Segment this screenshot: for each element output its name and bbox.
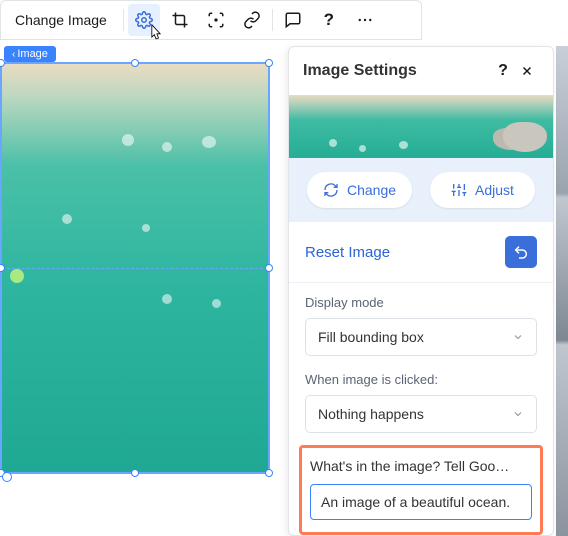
display-mode-select[interactable]: Fill bounding box <box>305 318 537 356</box>
crop-button[interactable] <box>164 4 196 36</box>
click-action-value: Nothing happens <box>318 406 424 422</box>
display-mode-value: Fill bounding box <box>318 329 424 345</box>
help-button[interactable]: ? <box>313 4 345 36</box>
guide-line <box>2 268 268 269</box>
media-strip <box>556 46 568 536</box>
undo-button[interactable] <box>505 236 537 268</box>
image-settings-panel: Image Settings ? Change <box>288 46 554 536</box>
alt-text-label: What's in the image? Tell Goo… <box>310 458 532 474</box>
chevron-down-icon <box>512 331 524 343</box>
comment-button[interactable] <box>277 4 309 36</box>
image-toolbar: Change Image ? <box>0 0 422 40</box>
change-image-pill[interactable]: Change <box>307 172 412 208</box>
sliders-icon <box>451 182 467 198</box>
selected-image[interactable] <box>0 62 270 474</box>
refresh-icon <box>323 182 339 198</box>
focal-point-icon <box>207 11 225 29</box>
resize-handle[interactable] <box>265 59 273 67</box>
panel-help-button[interactable]: ? <box>491 59 515 83</box>
undo-icon <box>513 244 529 260</box>
resize-handle[interactable] <box>131 59 139 67</box>
adjust-pill-label: Adjust <box>475 182 514 198</box>
panel-title: Image Settings <box>303 62 417 80</box>
help-icon: ? <box>498 62 508 80</box>
change-pill-label: Change <box>347 182 396 198</box>
toolbar-separator <box>123 9 124 31</box>
resize-handle[interactable] <box>131 469 139 477</box>
element-badge[interactable]: ‹ Image <box>4 46 56 62</box>
element-badge-label: Image <box>17 48 48 60</box>
toolbar-separator <box>272 9 273 31</box>
change-image-button[interactable]: Change Image <box>7 12 119 28</box>
image-preview-canvas <box>2 64 268 472</box>
click-action-select[interactable]: Nothing happens <box>305 395 537 433</box>
click-action-label: When image is clicked: <box>305 372 537 387</box>
help-icon: ? <box>324 10 334 30</box>
more-icon <box>356 11 374 29</box>
alt-text-highlight: What's in the image? Tell Goo… <box>299 445 543 535</box>
adjust-image-pill[interactable]: Adjust <box>430 172 535 208</box>
chevron-left-icon: ‹ <box>12 49 15 60</box>
image-preview-thumb <box>289 95 553 158</box>
alt-text-input[interactable] <box>310 484 532 520</box>
resize-handle[interactable] <box>265 264 273 272</box>
more-button[interactable] <box>349 4 381 36</box>
close-icon <box>520 64 534 78</box>
gear-icon <box>135 11 153 29</box>
chevron-down-icon <box>512 408 524 420</box>
display-mode-label: Display mode <box>305 295 537 310</box>
resize-handle[interactable] <box>265 469 273 477</box>
link-icon <box>243 11 261 29</box>
focal-point-button[interactable] <box>200 4 232 36</box>
action-row: Change Adjust <box>289 158 553 222</box>
crop-icon <box>171 11 189 29</box>
comment-icon <box>284 11 302 29</box>
reset-image-button[interactable]: Reset Image <box>305 244 390 261</box>
panel-close-button[interactable] <box>515 59 539 83</box>
link-button[interactable] <box>236 4 268 36</box>
settings-button[interactable] <box>128 4 160 36</box>
resize-handle[interactable] <box>0 469 5 477</box>
